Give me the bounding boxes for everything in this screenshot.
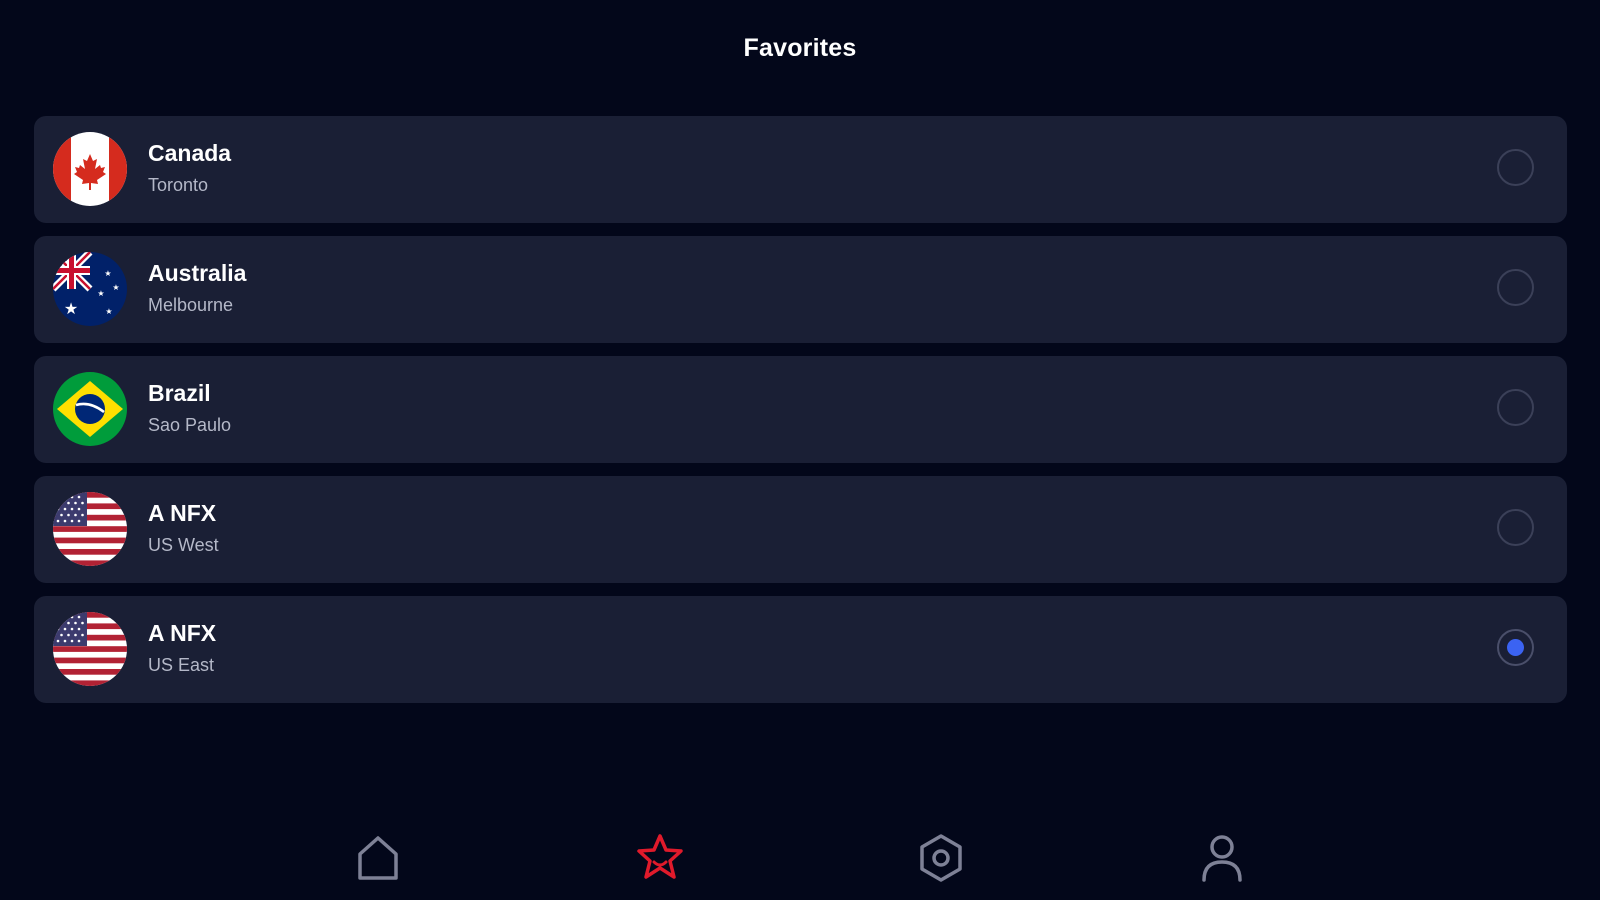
favorite-row-anfx-us-west[interactable]: A NFX US West xyxy=(34,476,1567,583)
favorites-list: Canada Toronto ★ ★ ★ ★ ★ Australia Melbo xyxy=(34,116,1567,716)
settings-icon xyxy=(920,834,962,882)
australia-flag-icon: ★ ★ ★ ★ ★ xyxy=(53,252,127,326)
usa-flag-icon xyxy=(53,492,127,566)
country-name: Australia xyxy=(148,260,247,286)
favorite-row-canada-toronto[interactable]: Canada Toronto xyxy=(34,116,1567,223)
star-icon xyxy=(637,834,683,879)
svg-text:★: ★ xyxy=(104,269,111,278)
city-name: Melbourne xyxy=(148,295,234,315)
favorite-row-brazil-sao-paulo[interactable]: Brazil Sao Paulo xyxy=(34,356,1567,463)
bottom-nav xyxy=(0,810,1600,900)
nav-favorites[interactable] xyxy=(634,832,686,884)
svg-text:★: ★ xyxy=(64,299,78,318)
svg-text:★: ★ xyxy=(112,283,119,292)
svg-text:★: ★ xyxy=(105,307,112,316)
radio-dot xyxy=(1507,639,1524,656)
select-radio[interactable] xyxy=(1497,389,1534,426)
country-name: A NFX xyxy=(148,500,217,526)
svg-text:★: ★ xyxy=(97,289,104,298)
nav-home[interactable] xyxy=(352,832,404,884)
brazil-flag-icon xyxy=(53,372,127,446)
select-radio[interactable] xyxy=(1497,629,1534,666)
user-icon xyxy=(1202,835,1242,882)
select-radio[interactable] xyxy=(1497,269,1534,306)
select-radio[interactable] xyxy=(1497,509,1534,546)
favorite-row-australia-melbourne[interactable]: ★ ★ ★ ★ ★ Australia Melbourne xyxy=(34,236,1567,343)
city-name: Sao Paulo xyxy=(148,415,232,435)
favorite-row-anfx-us-east[interactable]: A NFX US East xyxy=(34,596,1567,703)
city-name: US East xyxy=(148,655,215,675)
home-icon xyxy=(358,836,398,880)
select-radio[interactable] xyxy=(1497,149,1534,186)
nav-profile[interactable] xyxy=(1196,832,1248,884)
nav-settings[interactable] xyxy=(915,832,967,884)
country-name: A NFX xyxy=(148,620,217,646)
usa-flag-icon xyxy=(53,612,127,686)
city-name: Toronto xyxy=(148,175,209,195)
canada-flag-icon xyxy=(53,132,127,206)
city-name: US West xyxy=(148,535,219,555)
country-name: Brazil xyxy=(148,380,211,406)
page-title: Favorites xyxy=(743,34,857,62)
country-name: Canada xyxy=(148,140,232,166)
